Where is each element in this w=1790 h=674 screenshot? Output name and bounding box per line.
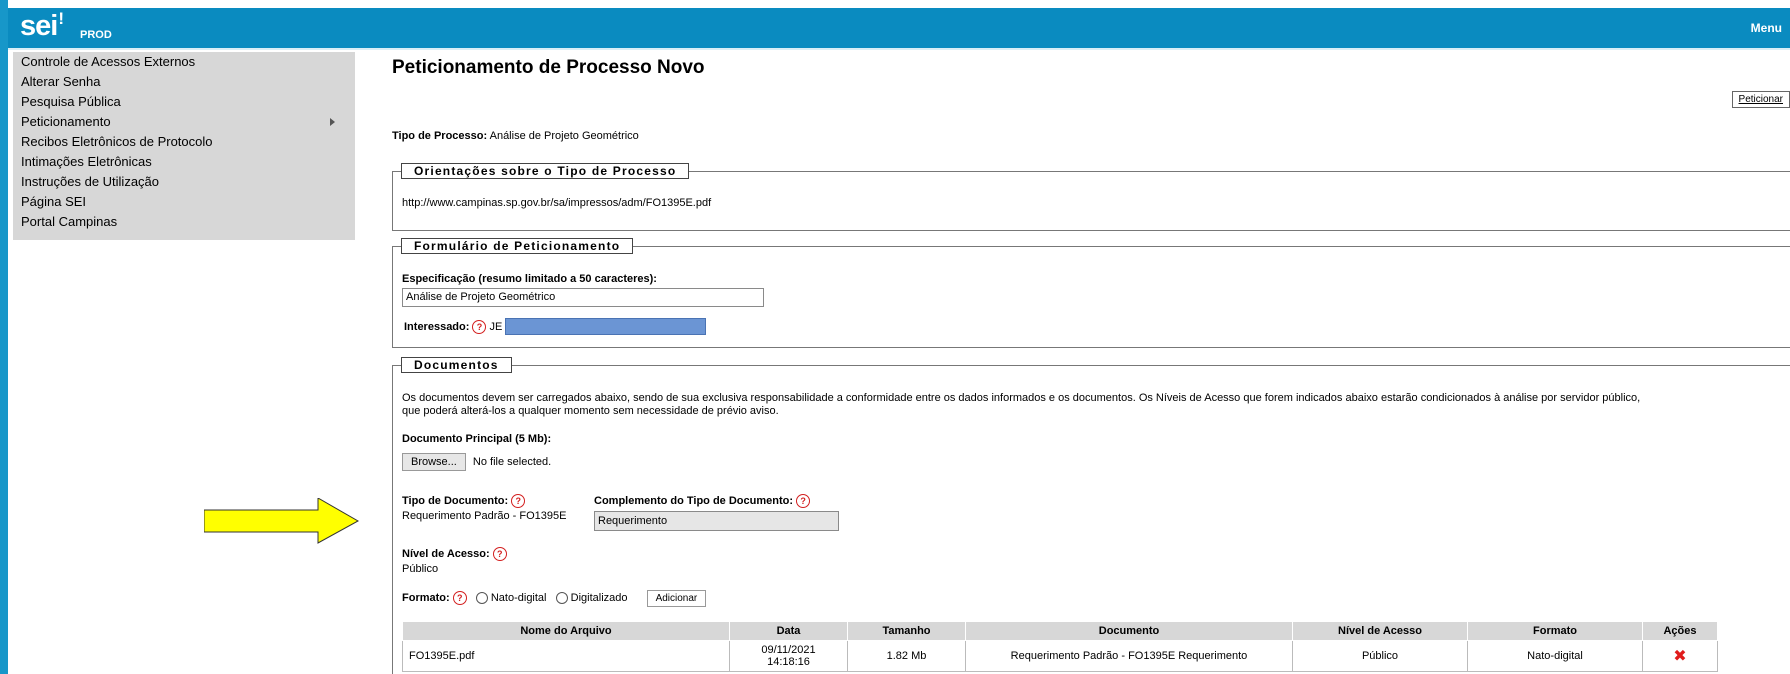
documentos-info-line2: que poderá alterá-los a qualquer momento… [402,405,779,417]
sidebar-item-pagina-sei[interactable]: Página SEI [13,192,355,212]
help-icon[interactable]: ? [796,494,811,508]
yellow-arrow-annotation [204,498,360,544]
sei-logo[interactable]: sei! [20,9,64,43]
left-edge-strip [0,0,8,674]
orientacoes-legend: Orientações sobre o Tipo de Processo [401,163,690,179]
cell-documento: Requerimento Padrão - FO1395E Requerimen… [965,640,1293,672]
formulario-legend: Formulário de Peticionamento [401,238,634,254]
help-icon[interactable]: ? [452,591,467,606]
documento-principal-label: Documento Principal (5 Mb): [402,433,552,445]
table-header-row: Nome do Arquivo Data Tamanho Documento N… [402,621,1718,641]
remove-icon[interactable]: ✖ [1673,648,1686,665]
radio-nato-digital-label: Nato-digital [490,592,547,604]
sidebar-item-intimacoes[interactable]: Intimações Eletrônicas [13,152,355,172]
browse-button[interactable]: Browse... [402,453,466,471]
column-header: Documento [965,621,1293,641]
help-icon[interactable]: ? [472,320,487,334]
interessado-value: JE [489,320,503,333]
cell-nivel-acesso: Público [1292,640,1468,672]
table-row: FO1395E.pdf 09/11/2021 14:18:16 1.82 Mb … [402,640,1718,672]
cell-acoes: ✖ [1642,640,1718,672]
orientacoes-link[interactable]: http://www.campinas.sp.gov.br/sa/impress… [402,197,711,209]
column-header: Formato [1467,621,1643,641]
documentos-info-line1: Os documentos devem ser carregados abaix… [402,392,1641,404]
formato-group: Formato: ? Nato-digital Digitalizado Adi… [402,590,707,607]
peticionar-button[interactable]: Peticionar [1731,91,1790,108]
tipo-processo-label: Tipo de Processo: [392,130,488,142]
no-file-label: No file selected. [472,456,552,468]
radio-nato-digital[interactable] [475,592,488,605]
column-header: Ações [1642,621,1718,641]
documentos-legend: Documentos [401,357,512,373]
column-header: Data [729,621,848,641]
column-header: Nome do Arquivo [402,621,730,641]
especificacao-label: Especificação (resumo limitado a 50 cara… [402,273,657,285]
tipo-documento-value: Requerimento Padrão - FO1395E [402,510,567,522]
sidebar-item-instrucoes[interactable]: Instruções de Utilização [13,172,355,192]
interessado-row: Interessado: ? JE [404,320,502,334]
tipo-documento-label: Tipo de Documento: [402,494,509,507]
complemento-label: Complemento do Tipo de Documento: [594,494,794,507]
sidebar-item-label: Peticionamento [21,114,111,129]
redaction-box [505,318,706,335]
page: sei! PROD Menu Controle de Acessos Exter… [0,0,1790,674]
complemento-input[interactable]: Requerimento [594,511,839,531]
tipo-processo: Tipo de Processo: Análise de Projeto Geo… [392,130,639,142]
interessado-label: Interessado: [404,320,470,333]
radio-digitalizado-label: Digitalizado [570,592,628,604]
main-content: Peticionamento de Processo Novo Peticion… [392,0,1790,674]
adicionar-button[interactable]: Adicionar [646,590,707,607]
sidebar-item-alterar-senha[interactable]: Alterar Senha [13,72,355,92]
sidebar-item-portal-campinas[interactable]: Portal Campinas [13,212,355,232]
environment-label: PROD [80,29,112,41]
cell-formato: Nato-digital [1467,640,1643,672]
submenu-arrow-icon [330,118,335,126]
documentos-table: Nome do Arquivo Data Tamanho Documento N… [402,621,1718,672]
cell-data-date: 09/11/2021 [761,644,816,656]
cell-data-time: 14:18:16 [767,656,810,668]
complemento-group: Complemento do Tipo de Documento: ? [594,494,811,508]
formato-label: Formato: [402,592,450,604]
sidebar-item-peticionamento[interactable]: Peticionamento [13,112,355,132]
nivel-acesso-value[interactable]: Público [402,563,507,575]
tipo-processo-value: Análise de Projeto Geométrico [489,130,639,142]
help-icon[interactable]: ? [511,494,526,508]
column-header: Nível de Acesso [1292,621,1468,641]
especificacao-input[interactable]: Análise de Projeto Geométrico [402,288,764,307]
sidebar-menu: Controle de Acessos Externos Alterar Sen… [13,52,355,240]
page-title: Peticionamento de Processo Novo [392,57,705,78]
sidebar-item-recibos[interactable]: Recibos Eletrônicos de Protocolo [13,132,355,152]
nivel-acesso-label: Nível de Acesso: [402,547,490,560]
radio-digitalizado[interactable] [555,592,568,605]
sidebar-item-controle-acessos[interactable]: Controle de Acessos Externos [13,52,355,72]
sidebar-item-pesquisa-publica[interactable]: Pesquisa Pública [13,92,355,112]
nivel-acesso-group: Nível de Acesso: ? Público [402,547,507,575]
help-icon[interactable]: ? [492,547,507,561]
cell-nome-arquivo: FO1395E.pdf [402,640,730,672]
tipo-documento-group: Tipo de Documento: ? Requerimento Padrão… [402,494,566,522]
file-picker: Browse... No file selected. [402,453,551,471]
column-header: Tamanho [847,621,966,641]
cell-tamanho: 1.82 Mb [847,640,966,672]
cell-data: 09/11/2021 14:18:16 [729,640,848,672]
